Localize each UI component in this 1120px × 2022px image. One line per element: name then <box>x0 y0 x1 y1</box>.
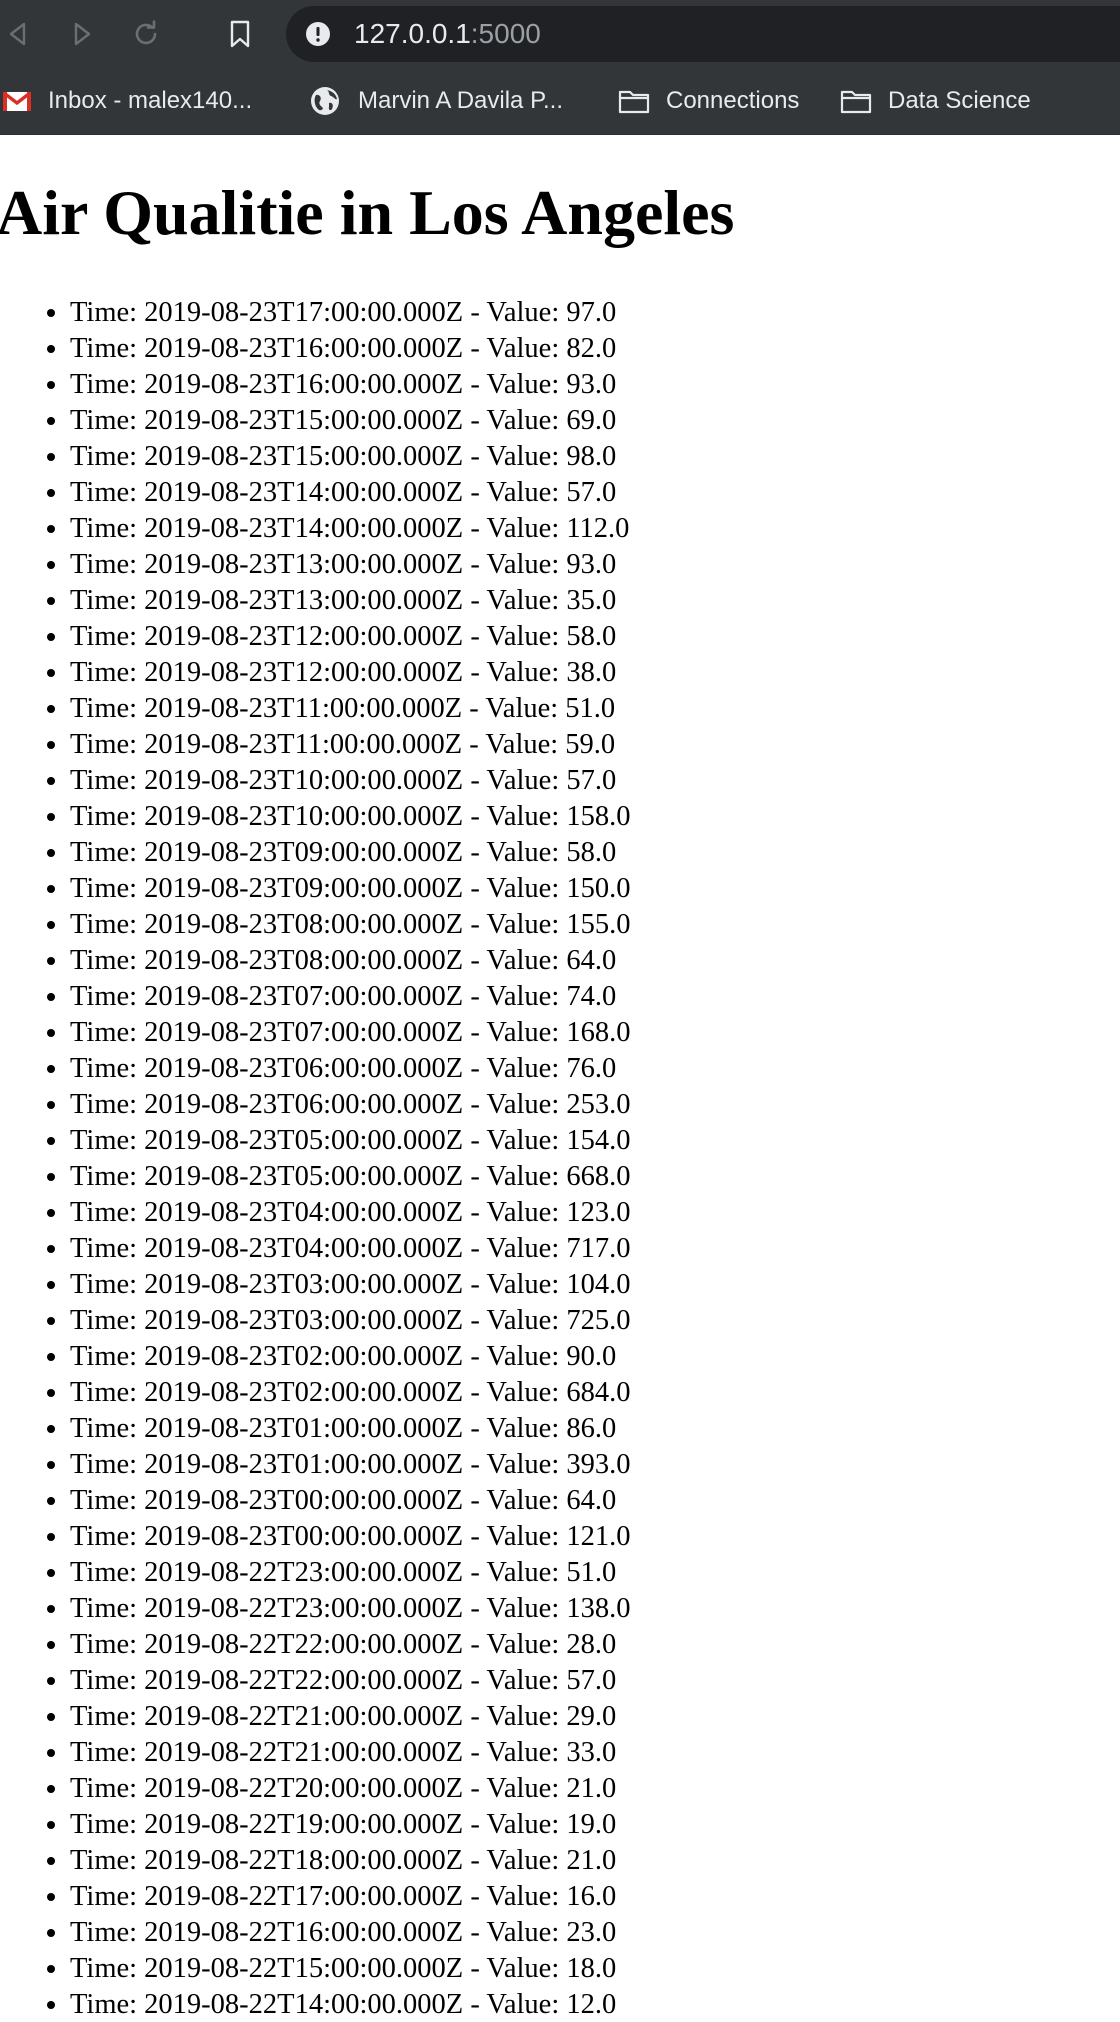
list-item: Time: 2019-08-23T15:00:00.000Z - Value: … <box>70 439 630 475</box>
list-item: Time: 2019-08-23T07:00:00.000Z - Value: … <box>70 1015 630 1051</box>
list-item: Time: 2019-08-22T23:00:00.000Z - Value: … <box>70 1555 630 1591</box>
bookmark-label: Data Science <box>888 87 1031 114</box>
address-bar[interactable]: 127.0.0.1:5000 <box>286 6 1120 62</box>
list-item: Time: 2019-08-22T22:00:00.000Z - Value: … <box>70 1663 630 1699</box>
list-item: Time: 2019-08-23T17:00:00.000Z - Value: … <box>70 295 630 331</box>
list-item: Time: 2019-08-23T13:00:00.000Z - Value: … <box>70 547 630 583</box>
list-item: Time: 2019-08-22T17:00:00.000Z - Value: … <box>70 1879 630 1915</box>
folder-icon <box>840 90 872 114</box>
list-item: Time: 2019-08-23T04:00:00.000Z - Value: … <box>70 1231 630 1267</box>
list-item: Time: 2019-08-23T08:00:00.000Z - Value: … <box>70 907 630 943</box>
bookmarks-bar: Inbox - malex140... Marvin A Davila P...… <box>0 68 1120 135</box>
bookmark-label: Marvin A Davila P... <box>358 87 563 114</box>
list-item: Time: 2019-08-22T15:00:00.000Z - Value: … <box>70 1951 630 1987</box>
reload-button[interactable] <box>126 14 166 54</box>
bookmark-label: Inbox - malex140... <box>48 87 253 114</box>
list-item: Time: 2019-08-22T16:00:00.000Z - Value: … <box>70 1915 630 1951</box>
list-item: Time: 2019-08-23T15:00:00.000Z - Value: … <box>70 403 630 439</box>
list-item: Time: 2019-08-23T08:00:00.000Z - Value: … <box>70 943 630 979</box>
readings-list: Time: 2019-08-23T17:00:00.000Z - Value: … <box>70 295 630 2022</box>
list-item: Time: 2019-08-23T06:00:00.000Z - Value: … <box>70 1087 630 1123</box>
list-item: Time: 2019-08-23T03:00:00.000Z - Value: … <box>70 1267 630 1303</box>
list-item: Time: 2019-08-23T02:00:00.000Z - Value: … <box>70 1339 630 1375</box>
list-item: Time: 2019-08-23T00:00:00.000Z - Value: … <box>70 1483 630 1519</box>
list-item: Time: 2019-08-23T10:00:00.000Z - Value: … <box>70 763 630 799</box>
info-icon[interactable] <box>306 22 330 46</box>
list-item: Time: 2019-08-23T05:00:00.000Z - Value: … <box>70 1159 630 1195</box>
list-item: Time: 2019-08-22T21:00:00.000Z - Value: … <box>70 1699 630 1735</box>
list-item: Time: 2019-08-23T03:00:00.000Z - Value: … <box>70 1303 630 1339</box>
list-item: Time: 2019-08-23T09:00:00.000Z - Value: … <box>70 871 630 907</box>
bookmark-marvin[interactable]: Marvin A Davila P... <box>310 68 563 134</box>
list-item: Time: 2019-08-23T13:00:00.000Z - Value: … <box>70 583 630 619</box>
list-item: Time: 2019-08-23T12:00:00.000Z - Value: … <box>70 655 630 691</box>
list-item: Time: 2019-08-22T23:00:00.000Z - Value: … <box>70 1591 630 1627</box>
list-item: Time: 2019-08-23T09:00:00.000Z - Value: … <box>70 835 630 871</box>
page-title: Air Qualitie in Los Angeles <box>0 177 735 248</box>
list-item: Time: 2019-08-23T04:00:00.000Z - Value: … <box>70 1195 630 1231</box>
forward-button[interactable] <box>62 14 102 54</box>
reload-icon <box>135 20 157 45</box>
list-item: Time: 2019-08-23T16:00:00.000Z - Value: … <box>70 367 630 403</box>
browser-toolbar: 127.0.0.1:5000 <box>0 0 1120 68</box>
bookmark-folder-data-science[interactable]: Data Science <box>840 68 1031 134</box>
bookmark-inbox[interactable]: Inbox - malex140... <box>2 68 252 134</box>
list-item: Time: 2019-08-22T22:00:00.000Z - Value: … <box>70 1627 630 1663</box>
gmail-icon <box>2 91 32 111</box>
list-item: Time: 2019-08-23T01:00:00.000Z - Value: … <box>70 1411 630 1447</box>
list-item: Time: 2019-08-23T01:00:00.000Z - Value: … <box>70 1447 630 1483</box>
list-item: Time: 2019-08-23T10:00:00.000Z - Value: … <box>70 799 630 835</box>
bookmark-folder-connections[interactable]: Connections <box>618 68 799 134</box>
list-item: Time: 2019-08-22T18:00:00.000Z - Value: … <box>70 1843 630 1879</box>
list-item: Time: 2019-08-22T21:00:00.000Z - Value: … <box>70 1735 630 1771</box>
url-text: 127.0.0.1:5000 <box>354 6 541 62</box>
bookmark-label: Connections <box>666 87 800 114</box>
bookmark-button[interactable] <box>220 14 260 54</box>
globe-icon <box>311 87 339 115</box>
back-button[interactable] <box>0 14 38 54</box>
url-host: 127.0.0.1 <box>354 18 471 49</box>
list-item: Time: 2019-08-22T20:00:00.000Z - Value: … <box>70 1771 630 1807</box>
forward-arrow-icon <box>74 22 91 46</box>
list-item: Time: 2019-08-23T12:00:00.000Z - Value: … <box>70 619 630 655</box>
list-item: Time: 2019-08-23T00:00:00.000Z - Value: … <box>70 1519 630 1555</box>
folder-icon <box>618 90 650 114</box>
list-item: Time: 2019-08-22T14:00:00.000Z - Value: … <box>70 1987 630 2022</box>
list-item: Time: 2019-08-23T06:00:00.000Z - Value: … <box>70 1051 630 1087</box>
list-item: Time: 2019-08-23T11:00:00.000Z - Value: … <box>70 691 630 727</box>
list-item: Time: 2019-08-23T02:00:00.000Z - Value: … <box>70 1375 630 1411</box>
list-item: Time: 2019-08-23T14:00:00.000Z - Value: … <box>70 475 630 511</box>
list-item: Time: 2019-08-23T11:00:00.000Z - Value: … <box>70 727 630 763</box>
list-item: Time: 2019-08-22T19:00:00.000Z - Value: … <box>70 1807 630 1843</box>
bookmark-icon <box>230 20 250 48</box>
back-arrow-icon <box>9 22 26 46</box>
list-item: Time: 2019-08-23T07:00:00.000Z - Value: … <box>70 979 630 1015</box>
list-item: Time: 2019-08-23T05:00:00.000Z - Value: … <box>70 1123 630 1159</box>
url-port: :5000 <box>470 18 541 49</box>
list-item: Time: 2019-08-23T16:00:00.000Z - Value: … <box>70 331 630 367</box>
list-item: Time: 2019-08-23T14:00:00.000Z - Value: … <box>70 511 630 547</box>
